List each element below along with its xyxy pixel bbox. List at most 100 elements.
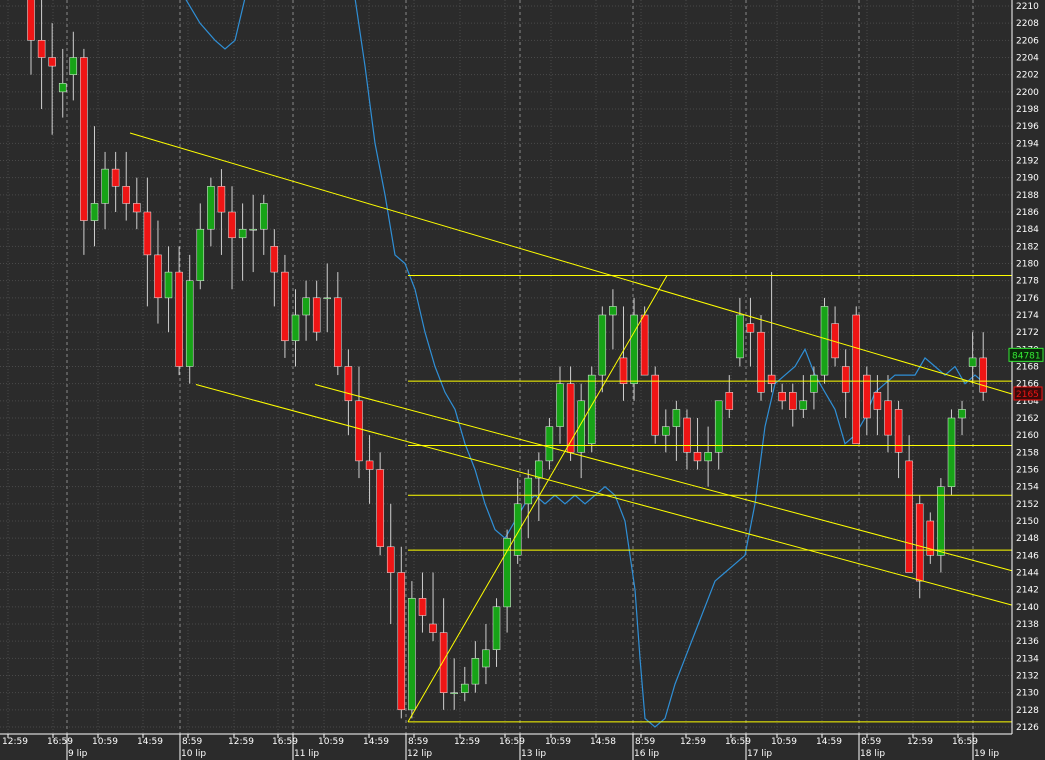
candle-down	[693, 452, 702, 462]
candle-up	[630, 314, 638, 384]
candle-up	[207, 186, 215, 230]
candle-up	[58, 83, 67, 93]
candle-down	[841, 366, 850, 393]
candle-up	[556, 383, 564, 427]
candle-down	[873, 392, 882, 410]
x-time-label: 14:59	[816, 737, 842, 747]
y-tick-label: 2160	[1016, 431, 1039, 441]
x-day-label: 11 lip	[294, 749, 319, 759]
candle-up	[736, 314, 744, 359]
x-time-label: 12:59	[228, 737, 254, 747]
candle-down	[122, 186, 130, 204]
y-tick-label: 2196	[1016, 122, 1039, 132]
candle-down	[725, 392, 734, 410]
x-time-label: 8:59	[861, 737, 881, 747]
ask-badge-label: 2165	[1016, 390, 1039, 400]
x-time-label: 16:59	[725, 737, 751, 747]
price-chart[interactable]: 2210 2208 2206 2204 2202 2200 2198 2196 2194 2192…	[0, 0, 1045, 760]
candle-up	[958, 409, 966, 419]
candle-down	[270, 246, 279, 273]
x-time-label: 10:59	[318, 737, 344, 747]
candle-down	[143, 211, 152, 256]
candle-up	[408, 598, 416, 711]
candle-up	[535, 460, 543, 479]
candle-up	[577, 400, 585, 453]
candle-down	[344, 366, 353, 402]
y-tick-label: 2204	[1016, 54, 1039, 64]
x-time-label: 8:59	[182, 737, 202, 747]
candle-up	[492, 606, 501, 650]
candle-down	[397, 572, 406, 711]
x-day-label: 13 lip	[521, 749, 546, 759]
y-tick-label: 2162	[1016, 414, 1039, 424]
x-time-label: 12:59	[680, 737, 706, 747]
y-tick-label: 2174	[1016, 311, 1039, 321]
y-tick-label: 2156	[1016, 466, 1039, 476]
candle-down	[651, 374, 659, 436]
y-tick-label: 2210	[1016, 2, 1039, 12]
candle-up	[968, 357, 977, 367]
candle-up	[662, 426, 670, 436]
candle-up	[810, 374, 818, 393]
candle-up	[672, 409, 681, 427]
candle-up	[90, 203, 99, 221]
candle-up	[609, 306, 617, 316]
candle-down	[217, 186, 226, 213]
candle-up	[260, 203, 268, 230]
y-tick-label: 2172	[1016, 328, 1039, 338]
candle-up	[937, 486, 945, 556]
candle-up	[249, 228, 257, 231]
candle-down	[386, 546, 395, 573]
x-time-label: 10:59	[545, 737, 571, 747]
candle-down	[852, 314, 860, 445]
candle-down	[376, 469, 384, 547]
candle-down	[80, 57, 88, 221]
candle-down	[439, 632, 448, 693]
x-time-label: 16:59	[47, 737, 73, 747]
y-tick-label: 2208	[1016, 19, 1039, 29]
candle-up	[101, 168, 109, 204]
y-tick-label: 2154	[1016, 483, 1039, 493]
x-time-label: 16:59	[272, 737, 298, 747]
x-time-label: 12:59	[454, 737, 480, 747]
x-time-label: 10:59	[92, 737, 118, 747]
x-day-label: 19 lip	[974, 749, 999, 759]
candle-up	[323, 297, 331, 300]
candle-down	[767, 374, 776, 384]
y-tick-label: 2202	[1016, 71, 1039, 81]
x-time-label: 14:59	[137, 737, 163, 747]
candle-up	[545, 426, 554, 462]
candle-down	[619, 357, 628, 384]
candle-up	[164, 271, 173, 299]
candle-up	[820, 306, 829, 376]
candle-up	[482, 649, 490, 668]
x-day-label: 16 lip	[634, 749, 659, 759]
x-time-label: 10:59	[771, 737, 797, 747]
candle-up	[714, 400, 723, 453]
y-tick-label: 2182	[1016, 242, 1039, 252]
candle-down	[979, 357, 987, 393]
candle-down	[334, 297, 342, 367]
candle-down	[37, 40, 46, 58]
y-tick-label: 2126	[1016, 723, 1039, 733]
y-tick-label: 2136	[1016, 637, 1039, 647]
y-tick-label: 2158	[1016, 448, 1039, 458]
candle-up	[598, 314, 607, 376]
y-tick-label: 2168	[1016, 363, 1039, 373]
x-time-label: 14:59	[363, 737, 389, 747]
candle-down	[228, 211, 236, 239]
candle-up	[69, 57, 78, 75]
x-day-label: 18 lip	[860, 749, 885, 759]
candle-down	[418, 598, 427, 616]
x-time-label: 12:59	[2, 737, 28, 747]
y-tick-label: 2130	[1016, 689, 1039, 699]
candle-down	[683, 417, 691, 453]
y-tick-label: 2176	[1016, 294, 1039, 304]
y-tick-label: 2152	[1016, 500, 1039, 510]
y-tick-label: 2192	[1016, 157, 1039, 167]
candle-down	[175, 271, 183, 367]
candle-down	[640, 314, 649, 376]
x-day-label: 10 lip	[181, 749, 206, 759]
y-tick-label: 2144	[1016, 569, 1039, 579]
x-day-label: 17 lip	[747, 749, 772, 759]
